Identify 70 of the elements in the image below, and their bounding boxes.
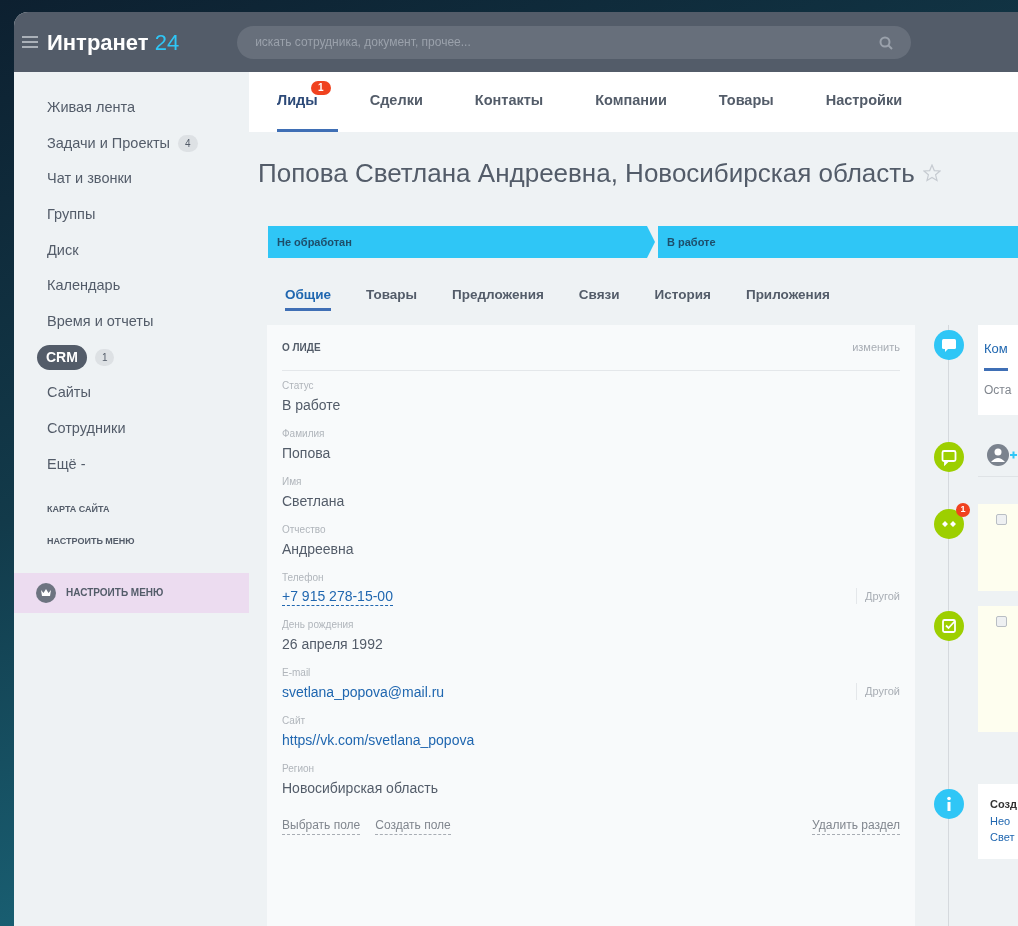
nav-tab[interactable]: Компании [595, 72, 667, 132]
sidebar-item[interactable]: Чат и звонки [47, 168, 132, 191]
counter-badge: 1 [94, 349, 115, 367]
search-icon [879, 35, 894, 50]
checkbox[interactable] [996, 616, 1007, 627]
nav-tab[interactable]: Лиды 1 [277, 72, 338, 132]
notification-badge: 1 [311, 81, 331, 95]
section-tab[interactable]: Общие [285, 285, 332, 311]
field-value: Новосибирская область [282, 778, 438, 798]
sidebar-link[interactable]: КАРТА САЙТА [47, 502, 249, 517]
field-value: В работе [282, 395, 341, 415]
phone-link[interactable]: +7 915 278-15-00 [282, 586, 393, 606]
card-link[interactable]: Нео [990, 812, 1011, 829]
field-label: Сайт [282, 714, 307, 727]
field-action-link[interactable]: Создать поле [375, 815, 451, 835]
delete-section-link[interactable]: Удалить раздел [812, 815, 900, 835]
nav-tab[interactable]: Контакты [474, 72, 544, 132]
nav-tab[interactable]: Товары [718, 72, 774, 132]
add-person-icon [987, 443, 1017, 466]
card-link[interactable]: Свет [990, 828, 1015, 845]
stage-step[interactable]: В работе [658, 226, 1018, 258]
field-value: Попова [282, 443, 331, 463]
sidebar-item[interactable]: Сайты [47, 382, 91, 405]
sidebar-item[interactable]: Сотрудники [47, 418, 126, 440]
sidebar-item[interactable]: Ещё - [47, 453, 86, 476]
comment-hint: Оста [984, 381, 1013, 399]
nav-tab[interactable]: Настройки [825, 72, 903, 132]
sidebar-item[interactable]: CRM [37, 345, 87, 371]
section-tab[interactable]: Товары [366, 285, 418, 311]
counter-badge: 4 [178, 135, 198, 153]
sidebar-item[interactable]: Календарь [47, 275, 121, 298]
field-label: День рождения [282, 618, 355, 631]
sidebar-item[interactable]: Живая лента [47, 96, 136, 119]
type-label: Другой [856, 587, 900, 605]
field-link[interactable]: https//vk.com/svetlana_popova [282, 729, 475, 750]
star-icon [922, 164, 941, 182]
page-title: Попова Светлана Андреевна, Новосибирская область [258, 156, 915, 190]
logo[interactable]: Интранет 24 [47, 25, 180, 59]
stage-step[interactable]: Не обработан [268, 226, 655, 258]
section-tab[interactable]: Предложения [452, 285, 544, 311]
sidebar-item[interactable]: Диск [47, 239, 79, 262]
section-tab[interactable]: Приложения [745, 285, 830, 311]
section-tab[interactable]: Связи [578, 285, 620, 311]
sidebar-item[interactable]: Группы [47, 204, 96, 226]
field-link[interactable]: svetlana_popova@mail.ru [282, 681, 445, 702]
sidebar-item[interactable]: Время и отчеты [47, 311, 154, 333]
field-action-link[interactable]: Выбрать поле [282, 815, 361, 835]
settings-menu-button[interactable]: НАСТРОИТЬ МЕНЮ [14, 572, 249, 613]
card-title: О ЛИДЕ [282, 340, 321, 355]
sidebar-item[interactable]: Задачи и Проекты [47, 132, 171, 155]
menu-icon[interactable] [22, 36, 38, 48]
type-label: Другой [856, 683, 900, 700]
field-value: 26 апреля 1992 [282, 634, 383, 654]
field-label: E-mail [282, 666, 312, 679]
section-tab[interactable]: История [654, 285, 711, 311]
field-label: Имя [282, 475, 303, 488]
field-value: Андреевна [282, 539, 354, 559]
field-label: Регион [282, 762, 316, 775]
field-label: Статус [282, 379, 315, 392]
card-heading: Созд [990, 797, 1017, 812]
field-label: Фамилия [282, 427, 326, 440]
sidebar-link[interactable]: НАСТРОИТЬ МЕНЮ [47, 535, 249, 549]
field-label: Отчество [282, 523, 327, 536]
checkbox[interactable] [996, 514, 1007, 525]
field-value: Светлана [282, 491, 345, 511]
field-label: Телефон [282, 571, 325, 584]
nav-tab[interactable]: Сделки [369, 72, 423, 132]
notification-badge: 1 [956, 503, 970, 517]
crown-icon [36, 582, 56, 603]
panel-tab[interactable]: Ком [984, 339, 1008, 371]
